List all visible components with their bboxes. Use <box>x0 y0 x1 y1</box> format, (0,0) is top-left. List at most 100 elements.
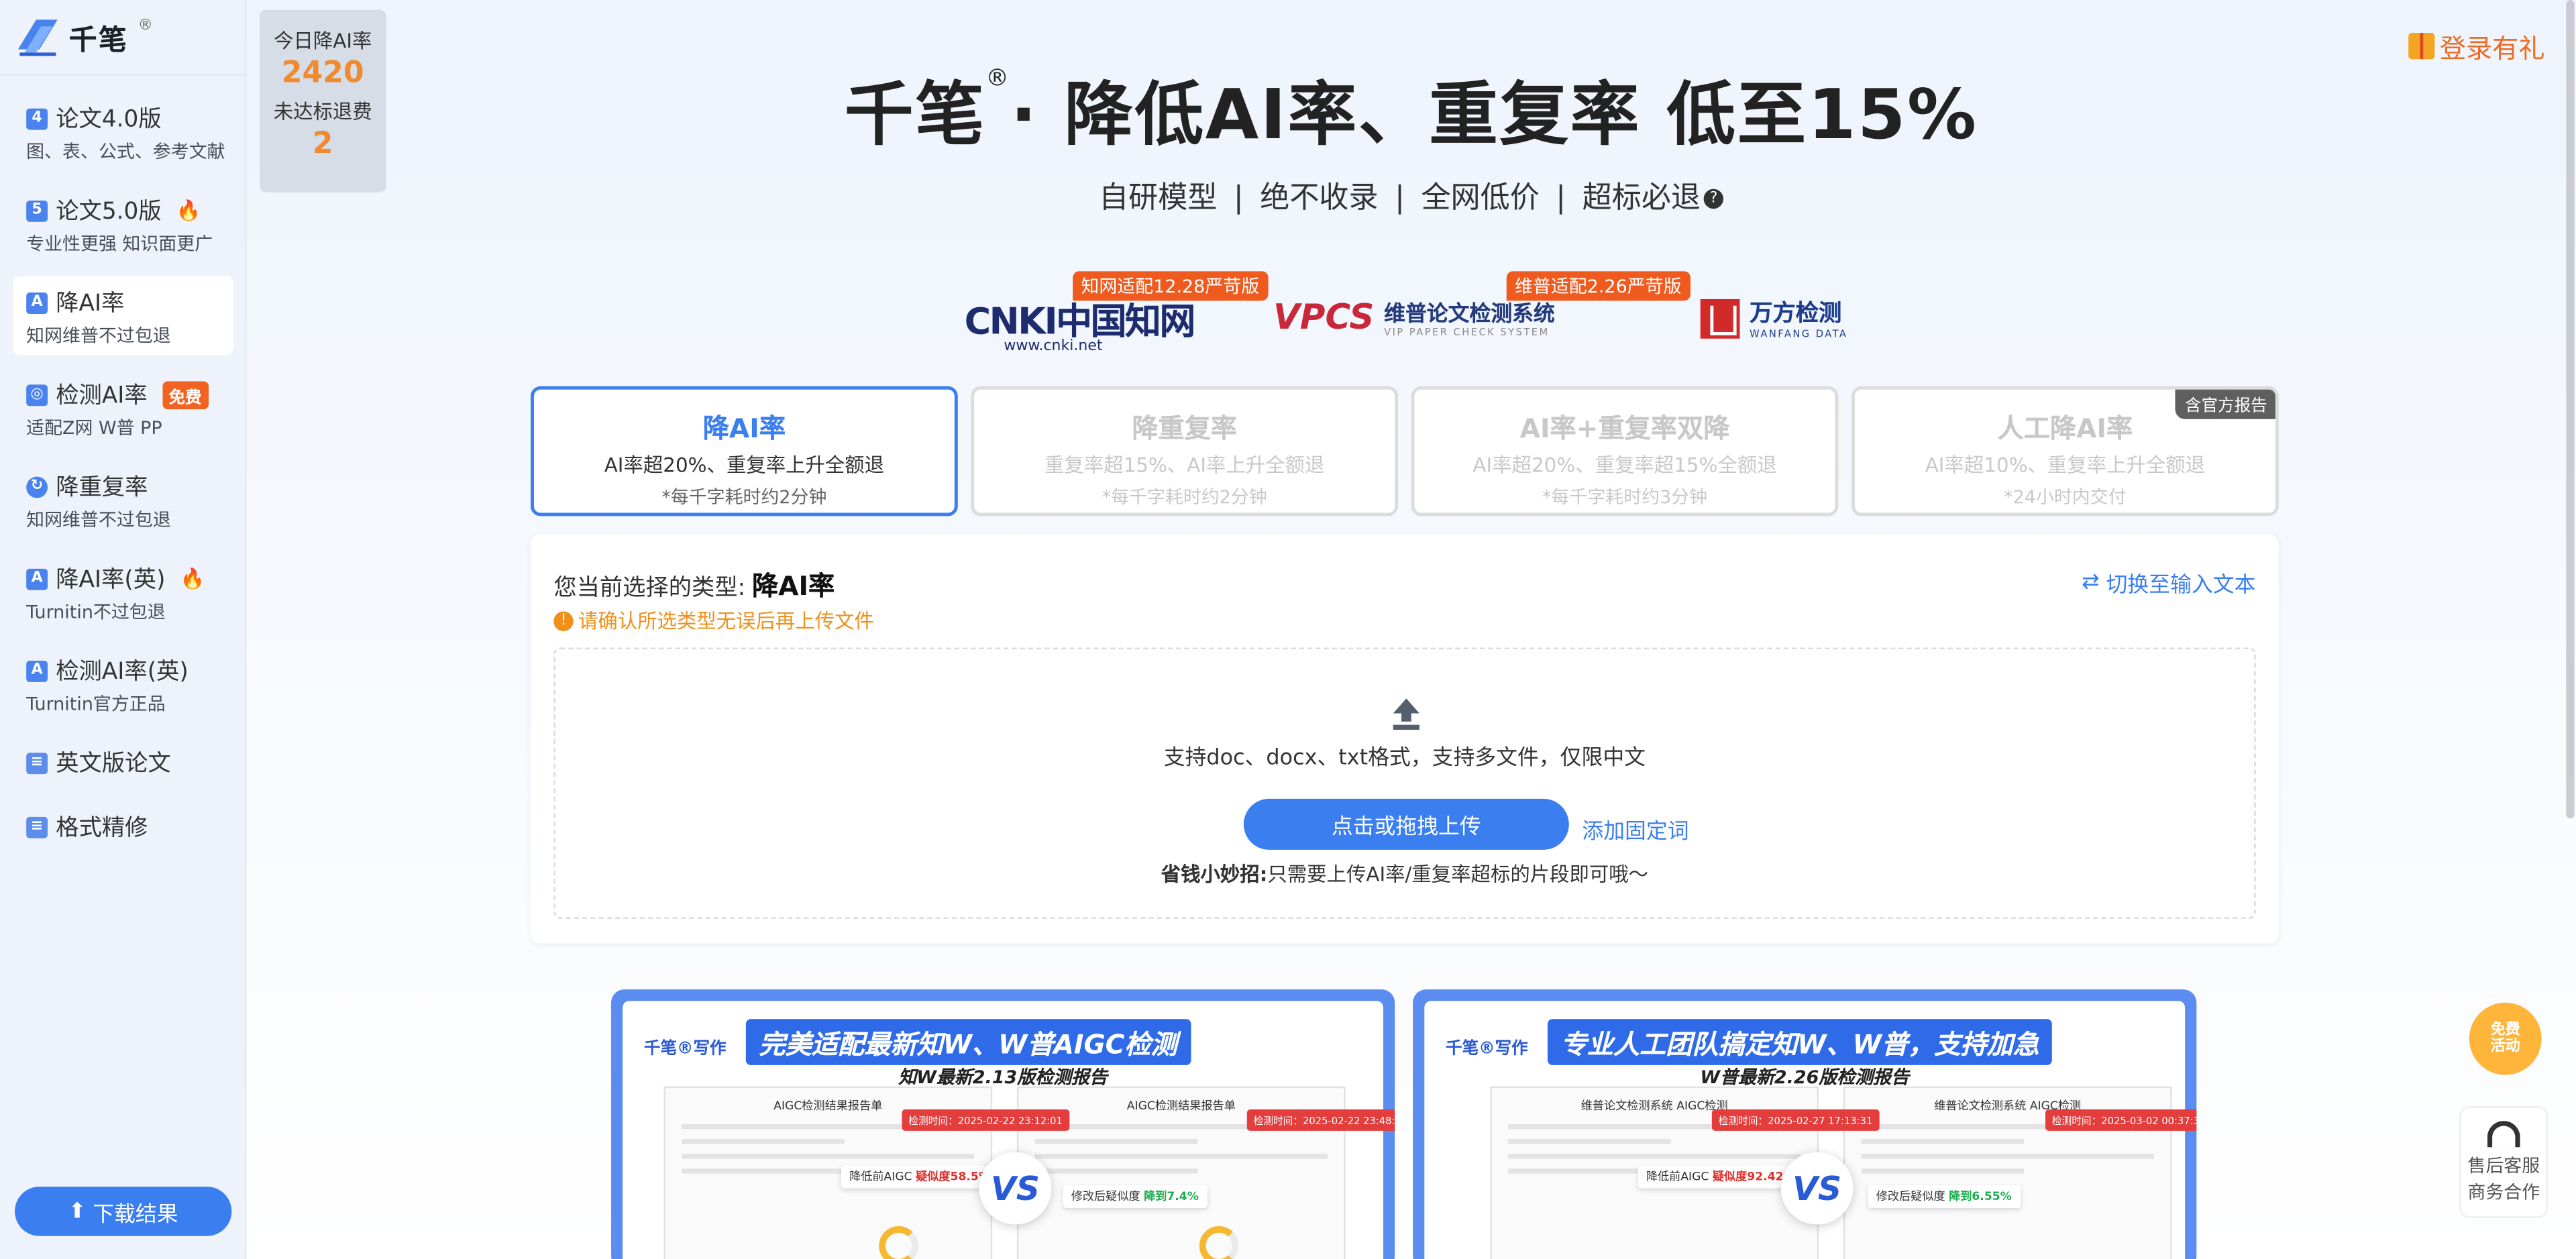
report-line <box>1034 1154 1328 1159</box>
sidebar-item-label: 降重复率 <box>56 475 148 502</box>
page-scrollbar[interactable] <box>2566 0 2575 819</box>
report-time-before: 检测时间：2025-02-27 17:13:31 <box>1711 1109 1880 1131</box>
customer-service-button[interactable]: 售后客服 商务合作 <box>2459 1106 2548 1218</box>
sidebar-item-reduce-ai[interactable]: A 降AI率 知网维普不过包退 <box>13 276 233 355</box>
feature-separator: | <box>1395 180 1405 216</box>
sidebar-item-label: 降AI率(英) <box>56 567 166 594</box>
card-title: 降AI率 <box>702 413 786 444</box>
report-time-after: 检测时间：2025-03-02 00:37:31 <box>2045 1109 2197 1131</box>
upload-button[interactable]: 点击或拖拽上传 <box>1243 798 1569 850</box>
banner-content: 千笔®写作 完美适配最新知W、W普AIGC检测 知W最新2.13版检测报告 AI… <box>623 1001 1395 1259</box>
wanfang-text-block: 万方检测 WANFANG DATA <box>1750 296 1847 340</box>
after-score-pill: 修改后疑似度 降到6.55% <box>1868 1185 2021 1209</box>
promo-banner-1[interactable]: 千笔®写作 完美适配最新知W、W普AIGC检测 知W最新2.13版检测报告 AI… <box>611 989 1395 1259</box>
sidebar-item-label: 格式精修 <box>56 815 148 842</box>
report-line <box>682 1154 975 1159</box>
feature-item: 自研模型 <box>1099 180 1218 216</box>
report-line <box>682 1168 845 1174</box>
reduce-ai-icon: A <box>26 291 48 313</box>
title-registered-mark: ® <box>985 66 1011 93</box>
tip-text: 只需要上传AI率/重复率超标的片段即可哦～ <box>1267 863 1649 886</box>
before-score-pill: 降低前AIGC 疑似度92.42% <box>1638 1165 1803 1189</box>
card-title: AI率+重复率双降 <box>1519 413 1730 444</box>
headset-icon <box>2487 1121 2520 1148</box>
supported-formats: 支持doc、docx、txt格式，支持多文件，仅限中文 <box>1163 746 1646 771</box>
sidebar-item-format-polish[interactable]: ≡ 格式精修 <box>13 800 233 851</box>
feature-list: 自研模型 | 绝不收录 | 全网低价 | 超标必退? <box>0 174 2576 217</box>
warning-text: 请确认所选类型无误后再上传文件 <box>578 610 874 633</box>
warning-icon: ! <box>553 610 574 631</box>
banner-headline: 专业人工团队搞定知W、W普，支持加急 <box>1547 1019 2053 1065</box>
card-time: *24小时内交付 <box>2004 486 2127 508</box>
before-score-label: 降低前AIGC <box>1646 1170 1709 1184</box>
today-count-label: 今日降AI率 <box>274 30 372 53</box>
sidebar-item-detect-ai[interactable]: ◎ 检测AI率 免费 适配Z网 W普 PP <box>13 368 233 447</box>
vs-badge: VS <box>979 1152 1052 1225</box>
document-icon: ≡ <box>26 816 48 838</box>
download-label: 下载结果 <box>93 1202 178 1227</box>
vpcs-text-block: 维普论文检测系统 VIP PAPER CHECK SYSTEM <box>1384 296 1555 339</box>
promo-banner-2[interactable]: 千笔®写作 专业人工团队搞定知W、W普，支持加急 W普最新2.26版检测报告 维… <box>1413 989 2197 1259</box>
type-warning: ! 请确认所选类型无误后再上传文件 <box>553 606 874 635</box>
sidebar-item-sub: 专业性更强 知识面更广 <box>26 233 213 255</box>
type-card-manual-reduce[interactable]: 含官方报告 人工降AI率 AI率超10%、重复率上升全额退 *24小时内交付 <box>1851 386 2279 516</box>
feature-separator: | <box>1556 180 1566 216</box>
switch-icon: ⇄ <box>2082 570 2100 596</box>
report-line <box>1861 1139 2025 1144</box>
sidebar-item-label: 英文版论文 <box>56 751 171 778</box>
sidebar-item-sub: 适配Z网 W普 PP <box>26 417 162 439</box>
page-root: 千笔 ® 4 论文4.0版 图、表、公式、参考文献 5 论文5.0版 🔥 专业性… <box>0 0 2576 1259</box>
fire-icon: 🔥 <box>180 567 205 590</box>
report-line <box>1508 1154 1801 1159</box>
switch-to-text-link[interactable]: ⇄ 切换至输入文本 <box>2082 567 2255 598</box>
card-desc: AI率超10%、重复率上升全额退 <box>1925 453 2206 477</box>
sidebar-item-label: 检测AI率 <box>56 382 148 410</box>
partner-wanfang: 万方检测 WANFANG DATA <box>1700 296 1848 340</box>
after-score-value: 降到6.55% <box>1949 1190 2012 1203</box>
feature-item: 超标必退 <box>1582 180 1701 216</box>
sidebar-item-english-paper[interactable]: ≡ 英文版论文 <box>13 736 233 787</box>
selected-type-label: 您当前选择的类型: <box>553 575 746 602</box>
card-desc: AI率超20%、重复率超15%全额退 <box>1472 453 1777 477</box>
selected-type: 您当前选择的类型: 降AI率 <box>553 563 835 603</box>
type-card-reduce-ai[interactable]: 降AI率 AI率超20%、重复率上升全额退 *每千字耗时约2分钟 <box>531 386 958 516</box>
card-desc: AI率超20%、重复率上升全额退 <box>604 453 885 477</box>
report-line <box>682 1139 845 1144</box>
feature-item: 全网低价 <box>1421 180 1540 216</box>
report-time-after: 检测时间：2025-02-22 23:48:43 <box>1246 1109 1395 1131</box>
type-card-dual-reduce[interactable]: AI率+重复率双降 AI率超20%、重复率超15%全额退 *每千字耗时约3分钟 <box>1411 386 1839 516</box>
banner-brand: 千笔®写作 <box>644 1040 727 1059</box>
after-score-label: 修改后疑似度 <box>1071 1190 1140 1203</box>
type-card-reduce-dup[interactable]: 降重复率 重复率超15%、AI率上升全额退 *每千字耗时约2分钟 <box>971 386 1399 516</box>
gift-icon <box>2408 33 2435 60</box>
card-desc: 重复率超15%、AI率上升全额退 <box>1044 453 1325 477</box>
title-brand: 千笔 <box>844 74 986 155</box>
logo[interactable]: 千笔 ® <box>13 13 153 60</box>
report-time-before: 检测时间：2025-02-22 23:12:01 <box>902 1109 1069 1131</box>
after-score-label: 修改后疑似度 <box>1876 1190 1945 1203</box>
cnki-logo: CNKI中国知网 www.cnki.net <box>965 292 1196 355</box>
card-title: 降重复率 <box>1132 413 1238 444</box>
sidebar-item-sub: Turnitin不过包退 <box>26 601 166 623</box>
question-icon[interactable]: ? <box>1703 188 1724 209</box>
report-line <box>1034 1139 1198 1144</box>
feature-item: 绝不收录 <box>1260 180 1379 216</box>
sidebar-item-reduce-dup[interactable]: ↻ 降重复率 知网维普不过包退 <box>13 460 233 539</box>
wanfang-name: 万方检测 <box>1750 300 1842 327</box>
vpcs-version-tag: 维普适配2.26严苛版 <box>1506 271 1690 301</box>
sidebar-item-detect-ai-en[interactable]: A 检测AI率(英) Turnitin官方正品 <box>13 645 233 724</box>
free-activity-button[interactable]: 免费 活动 <box>2469 1002 2542 1075</box>
file-dropzone[interactable]: 支持doc、docx、txt格式，支持多文件，仅限中文 点击或拖拽上传 添加固定… <box>553 647 2256 919</box>
tip-label: 省钱小妙招: <box>1161 863 1268 886</box>
official-report-tag: 含官方报告 <box>2175 389 2275 419</box>
sidebar-item-reduce-ai-en[interactable]: A 降AI率(英) 🔥 Turnitin不过包退 <box>13 552 233 631</box>
reduce-ai-en-icon: A <box>26 567 48 590</box>
add-fixed-term-link[interactable]: 添加固定词 <box>1582 814 1688 845</box>
page-title: 千笔®· 降低AI率、重复率 低至15% <box>0 59 2576 159</box>
download-icon: ⬆ <box>68 1199 87 1224</box>
download-results-button[interactable]: ⬆ 下载结果 <box>15 1187 232 1236</box>
report-line <box>1034 1168 1198 1174</box>
sidebar-item-sub: Turnitin官方正品 <box>26 694 166 715</box>
money-saving-tip: 省钱小妙招:只需要上传AI率/重复率超标的片段即可哦～ <box>555 860 2254 888</box>
report-line <box>1861 1154 2154 1159</box>
